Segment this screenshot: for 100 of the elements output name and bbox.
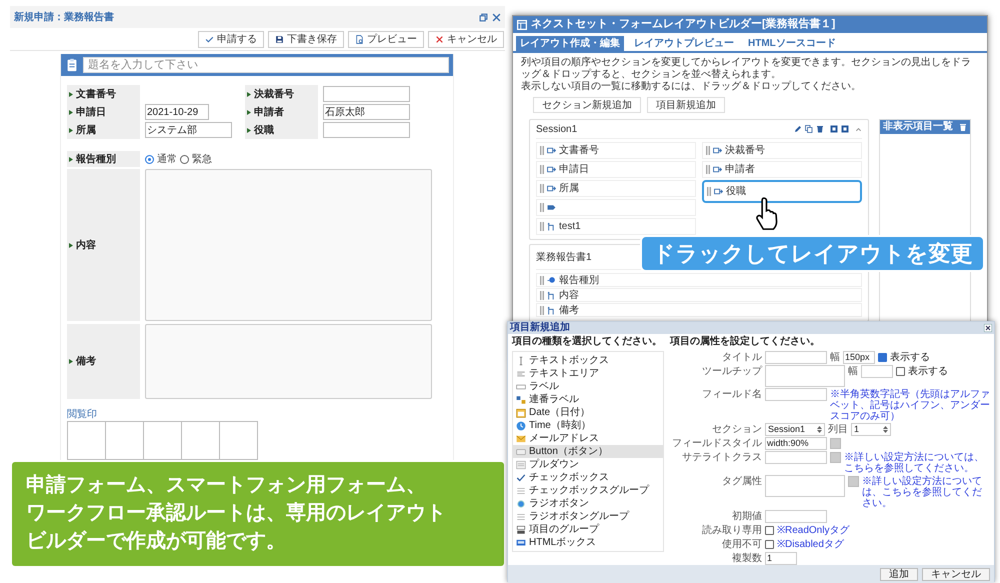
drag-handle-icon[interactable]: [540, 290, 544, 300]
help-button[interactable]: [830, 438, 841, 449]
type-option[interactable]: ラジオボタングループ: [513, 510, 663, 523]
type-option[interactable]: チェックボックス: [513, 471, 663, 484]
layout-item[interactable]: 報告種別: [536, 273, 862, 287]
radio-icon: [547, 276, 556, 284]
trash-icon[interactable]: [959, 122, 967, 132]
drag-handle-icon[interactable]: [540, 222, 544, 231]
restore-icon[interactable]: [479, 12, 488, 22]
field-label: 初期値: [731, 510, 762, 523]
drag-handle-icon[interactable]: [540, 165, 544, 174]
layout-item[interactable]: 申請者: [702, 161, 862, 178]
pencil-icon[interactable]: [794, 125, 802, 133]
add-button[interactable]: 項目新規追加: [647, 97, 725, 113]
layout-item[interactable]: 文書番号: [536, 142, 696, 159]
layout-item[interactable]: 申請日: [536, 161, 696, 178]
checkbox[interactable]: [896, 367, 905, 376]
layout-item[interactable]: 決裁番号: [702, 142, 862, 159]
help-button[interactable]: [830, 452, 841, 463]
help-button[interactable]: [848, 476, 859, 487]
tab[interactable]: HTMLソースコード: [744, 36, 840, 51]
layout-item[interactable]: test1: [536, 218, 696, 235]
drag-handle-icon[interactable]: [540, 306, 544, 314]
section-title[interactable]: 業務報告書1: [536, 250, 592, 264]
drag-handle-icon[interactable]: [540, 146, 544, 155]
text-area[interactable]: [765, 475, 845, 497]
tab[interactable]: レイアウト作成・編集: [516, 36, 624, 51]
type-option[interactable]: メールアドレス: [513, 432, 663, 445]
hint-text: ※詳しい設定方法については、こちらを参照してください。: [862, 475, 983, 509]
radio-button[interactable]: [180, 154, 189, 164]
square-icon[interactable]: [830, 125, 838, 133]
input-field[interactable]: [765, 388, 827, 401]
drag-handle-icon[interactable]: [706, 165, 710, 174]
window-icon: [517, 20, 527, 30]
input-field[interactable]: 150px: [843, 351, 875, 364]
input-field[interactable]: [323, 86, 410, 102]
dialog-button[interactable]: キャンセル: [922, 568, 990, 580]
chevron-up-icon[interactable]: [855, 126, 862, 132]
save-draft-button[interactable]: 下書き保存: [268, 30, 344, 48]
cancel-button[interactable]: キャンセル: [428, 30, 504, 48]
field-label: セクション: [711, 423, 762, 436]
input-field[interactable]: [323, 122, 410, 138]
drag-handle-icon[interactable]: [706, 146, 710, 155]
input-field[interactable]: width:90%: [765, 437, 827, 450]
radio-label: 緊急: [192, 152, 212, 166]
type-option[interactable]: 項目のグループ: [513, 523, 663, 536]
stack-icon: [516, 524, 526, 534]
dialog-button[interactable]: 追加: [880, 568, 918, 580]
checkbox[interactable]: [765, 540, 774, 549]
input-field[interactable]: [765, 510, 827, 523]
input-field[interactable]: 1: [765, 552, 797, 565]
trash-icon[interactable]: [816, 125, 824, 133]
checkbox-label: 表示する: [890, 351, 930, 364]
add-button[interactable]: セクション新規追加: [533, 97, 641, 113]
input-field[interactable]: 2021-10-29: [145, 104, 209, 120]
tab[interactable]: レイアウトプレビュー: [630, 36, 738, 51]
type-option[interactable]: テキストエリア: [513, 367, 663, 380]
copy-icon[interactable]: [805, 125, 813, 133]
submit-button[interactable]: 申請する: [198, 30, 264, 48]
check-icon: [205, 34, 214, 44]
input-field[interactable]: システム部: [145, 122, 232, 138]
checkbox[interactable]: [765, 526, 774, 535]
type-option[interactable]: Time（時刻）: [513, 419, 663, 432]
layout-item[interactable]: 役職: [702, 180, 862, 203]
type-option[interactable]: HTMLボックス: [513, 536, 663, 549]
close-icon[interactable]: [984, 324, 992, 332]
preview-button[interactable]: プレビュー: [348, 30, 424, 48]
layout-item[interactable]: [536, 199, 696, 216]
drag-handle-icon[interactable]: [540, 203, 544, 212]
type-option[interactable]: ラジオボタン: [513, 497, 663, 510]
input-field[interactable]: [765, 451, 827, 464]
text-area[interactable]: [145, 324, 432, 399]
square-icon[interactable]: [841, 125, 849, 133]
type-option[interactable]: プルダウン: [513, 458, 663, 471]
type-option[interactable]: Button（ボタン）: [513, 445, 663, 458]
input-field[interactable]: [765, 351, 827, 364]
layout-item[interactable]: 備考: [536, 303, 862, 317]
type-option[interactable]: 連番ラベル: [513, 393, 663, 406]
input-field[interactable]: 石原太郎: [323, 104, 410, 120]
text-area[interactable]: [765, 365, 845, 387]
field-label: 文書番号: [76, 88, 116, 102]
type-option[interactable]: ラベル: [513, 380, 663, 393]
subject-field[interactable]: 題名を入力して下さい: [83, 57, 449, 73]
type-option[interactable]: テキストボックス: [513, 354, 663, 367]
input-icon: [713, 146, 722, 155]
layout-item[interactable]: 内容: [536, 288, 862, 302]
section-title[interactable]: Session1: [536, 122, 578, 136]
select-field[interactable]: Session1: [765, 423, 825, 436]
type-option[interactable]: Date（日付）: [513, 406, 663, 419]
clipboard-icon: [65, 58, 79, 72]
calendar-icon: [516, 408, 526, 418]
radio-button[interactable]: [145, 154, 154, 164]
input-field[interactable]: [861, 365, 893, 378]
drag-handle-icon[interactable]: [540, 276, 544, 284]
type-option[interactable]: チェックボックスグループ: [513, 484, 663, 497]
drag-handle-icon[interactable]: [540, 184, 544, 193]
layout-item[interactable]: 所属: [536, 180, 696, 197]
checkbox[interactable]: [878, 353, 887, 362]
drag-handle-icon[interactable]: [707, 187, 711, 196]
select-field[interactable]: 1: [851, 423, 891, 436]
